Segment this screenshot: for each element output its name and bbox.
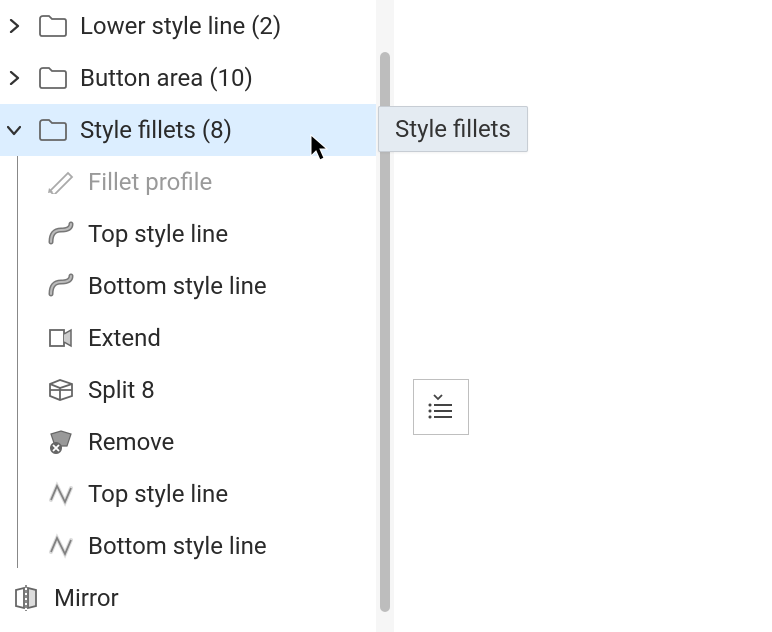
tree-item-mirror[interactable]: Mirror (0, 572, 376, 624)
tree-item-label: Button area (10) (80, 64, 253, 92)
tree-item-label: Lower style line (2) (80, 12, 281, 40)
tree-item-label: Bottom style line (88, 532, 267, 560)
tree-item-label: Top style line (88, 480, 228, 508)
tree-item-label: Split 8 (88, 376, 155, 404)
list-icon (426, 392, 456, 422)
tree-item-extend[interactable]: Extend (0, 312, 376, 364)
tree-guide-line (17, 156, 18, 568)
tree-item-button-area[interactable]: Button area (10) (0, 52, 376, 104)
expand-icon-expanded[interactable] (4, 120, 24, 140)
extend-icon (46, 323, 76, 353)
canvas-area[interactable] (394, 0, 772, 632)
tree-item-top-style-line[interactable]: Top style line (0, 208, 376, 260)
feature-tree-panel: Lower style line (2) Button area (10) St… (0, 0, 376, 632)
fillet-icon (46, 531, 76, 561)
folder-icon (38, 63, 68, 93)
remove-icon (46, 427, 76, 457)
folder-icon (38, 115, 68, 145)
tree-item-label: Extend (88, 324, 161, 352)
tree-item-label: Top style line (88, 220, 228, 248)
tree-item-label: Style fillets (8) (80, 116, 232, 144)
tree-item-fillet-profile[interactable]: Fillet profile (0, 156, 376, 208)
tree-item-bottom-style-line[interactable]: Bottom style line (0, 260, 376, 312)
tree-item-label: Bottom style line (88, 272, 267, 300)
feature-list-button[interactable] (413, 379, 469, 435)
sketch-icon (46, 167, 76, 197)
fillet-icon (46, 479, 76, 509)
tooltip: Style fillets (378, 106, 528, 152)
tree-item-lower-style-line[interactable]: Lower style line (2) (0, 0, 376, 52)
tree-item-remove[interactable]: Remove (0, 416, 376, 468)
tree-item-top-style-line-2[interactable]: Top style line (0, 468, 376, 520)
tree-item-bottom-style-line-2[interactable]: Bottom style line (0, 520, 376, 572)
tree-item-label: Fillet profile (88, 168, 212, 196)
tree-item-style-fillets[interactable]: Style fillets (8) (0, 104, 376, 156)
mirror-icon (12, 583, 42, 613)
sweep-icon (46, 271, 76, 301)
expand-icon-collapsed[interactable] (4, 68, 24, 88)
expand-icon-collapsed[interactable] (4, 16, 24, 36)
folder-icon (38, 11, 68, 41)
split-icon (46, 375, 76, 405)
tree-item-label: Mirror (54, 584, 119, 612)
sweep-icon (46, 219, 76, 249)
tree-item-label: Remove (88, 428, 174, 456)
tooltip-label: Style fillets (395, 115, 511, 143)
tree-item-split-8[interactable]: Split 8 (0, 364, 376, 416)
